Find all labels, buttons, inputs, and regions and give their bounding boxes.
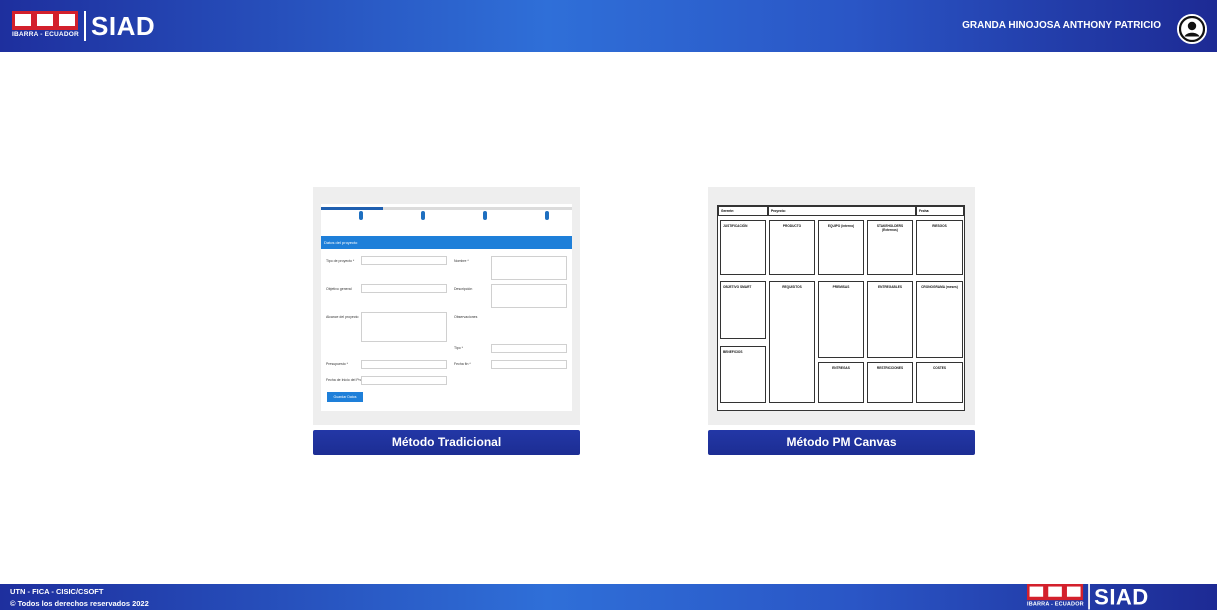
utn-logo-icon: IBARRA - ECUADOR bbox=[1027, 584, 1084, 610]
top-navbar: IBARRA - ECUADOR SIAD GRANDA HINOJOSA AN… bbox=[0, 0, 1217, 52]
form-label: Tipo de proyecto * bbox=[326, 259, 355, 263]
user-name[interactable]: GRANDA HINOJOSA ANTHONY PATRICIO bbox=[962, 20, 1161, 31]
form-label: Descripción bbox=[454, 287, 473, 291]
form-field bbox=[491, 284, 567, 308]
form-field bbox=[491, 360, 567, 369]
logo-wordmark: SIAD bbox=[1094, 584, 1149, 610]
traditional-method-button[interactable]: Método Tradicional bbox=[313, 430, 580, 455]
traditional-form-thumbnail: Datos del proyecto Tipo de proyecto * Ob… bbox=[321, 204, 572, 411]
canvas-cell: COSTES bbox=[916, 362, 963, 403]
form-field bbox=[361, 360, 447, 369]
canvas-cell: JUSTIFICACIÓN bbox=[720, 220, 766, 275]
logo-divider bbox=[1088, 584, 1090, 610]
pm-canvas-method-button[interactable]: Método PM Canvas bbox=[708, 430, 975, 455]
form-field bbox=[361, 376, 447, 385]
form-label: Nombre * bbox=[454, 259, 469, 263]
save-data-button: Guardar Datos bbox=[327, 392, 363, 402]
canvas-cell: ENTREGABLES bbox=[867, 281, 913, 358]
canvas-cell: EQUIPO (interno) bbox=[818, 220, 864, 275]
canvas-project-cell: Proyecto: bbox=[768, 206, 916, 216]
form-field bbox=[491, 344, 567, 353]
footer-org-text: UTN - FICA - CISIC/CSOFT bbox=[10, 587, 104, 596]
form-label: Alcance del proyecto bbox=[326, 315, 359, 319]
traditional-method-card: Datos del proyecto Tipo de proyecto * Ob… bbox=[313, 187, 580, 455]
canvas-cell: BENEFICIOS bbox=[720, 346, 766, 403]
user-avatar-icon[interactable] bbox=[1177, 14, 1207, 44]
form-label: Fecha fin * bbox=[454, 362, 471, 366]
form-label: Tipo * bbox=[454, 346, 464, 350]
pm-canvas-method-preview[interactable]: Gerente: Proyecto: Fecha: JUSTIFICACIÓN … bbox=[708, 187, 975, 425]
form-field bbox=[361, 256, 447, 265]
form-label: Objetivo general bbox=[326, 287, 352, 291]
pm-canvas-method-card: Gerente: Proyecto: Fecha: JUSTIFICACIÓN … bbox=[708, 187, 975, 455]
canvas-cell: PRODUCTO bbox=[769, 220, 815, 275]
logo-wordmark: SIAD bbox=[91, 11, 156, 41]
canvas-cell: OBJETIVO SMART bbox=[720, 281, 766, 339]
form-label: Observaciones bbox=[454, 315, 478, 319]
canvas-cell: PREMISAS bbox=[818, 281, 864, 358]
form-field bbox=[361, 312, 447, 342]
canvas-cell: ENTREGAS bbox=[818, 362, 864, 403]
canvas-date-cell: Fecha: bbox=[916, 206, 964, 216]
canvas-cell: CRONOGRAMA (meses) bbox=[916, 281, 963, 358]
form-header: Datos del proyecto bbox=[321, 236, 572, 249]
canvas-manager-cell: Gerente: bbox=[718, 206, 768, 216]
logo-divider bbox=[84, 11, 86, 41]
pm-canvas-thumbnail: Gerente: Proyecto: Fecha: JUSTIFICACIÓN … bbox=[717, 205, 965, 411]
traditional-method-preview[interactable]: Datos del proyecto Tipo de proyecto * Ob… bbox=[313, 187, 580, 425]
canvas-cell: REQUISITOS bbox=[769, 281, 815, 403]
utn-logo-icon: IBARRA - ECUADOR bbox=[12, 11, 79, 41]
footer: UTN - FICA - CISIC/CSOFT © Todos los der… bbox=[0, 584, 1217, 610]
form-label: Presupuesto * bbox=[326, 362, 348, 366]
canvas-cell: STAKEHOLDERS (Externos) bbox=[867, 220, 913, 275]
footer-logo: IBARRA - ECUADOR SIAD bbox=[1027, 584, 1149, 610]
logo-subtext: IBARRA - ECUADOR bbox=[1027, 601, 1084, 607]
footer-copyright-text: © Todos los derechos reservados 2022 bbox=[10, 599, 149, 608]
canvas-cell: RIESGOS bbox=[916, 220, 963, 275]
logo-subtext: IBARRA - ECUADOR bbox=[12, 31, 79, 38]
form-field bbox=[491, 256, 567, 280]
form-field bbox=[361, 284, 447, 293]
canvas-cell: RESTRICCIONES bbox=[867, 362, 913, 403]
utn-siad-logo[interactable]: IBARRA - ECUADOR SIAD bbox=[12, 11, 155, 41]
